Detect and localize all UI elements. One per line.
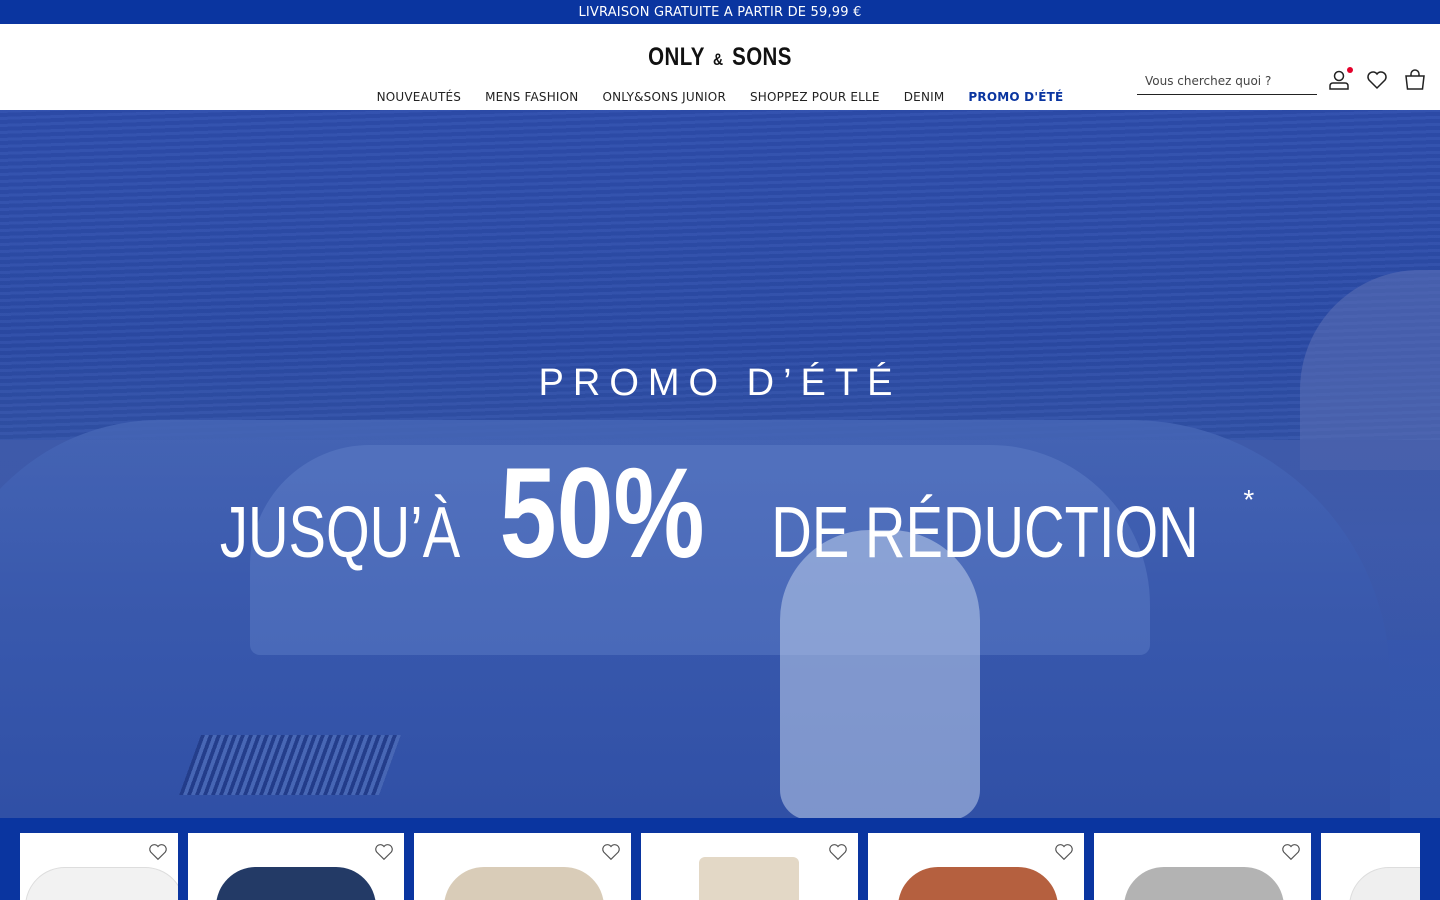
nav-item-junior[interactable]: ONLY&SONS JUNIOR — [602, 90, 726, 110]
hero-banner[interactable]: PROMO D’ÉTÉ JUSQU’À 50% DE RÉDUCTION * — [0, 110, 1440, 818]
hero-asterisk: * — [1243, 484, 1255, 515]
product-card[interactable] — [414, 833, 631, 900]
hero-suffix: DE RÉDUCTION — [771, 493, 1199, 573]
nav-item-mens-fashion[interactable]: MENS FASHION — [485, 90, 578, 110]
wishlist-heart-icon[interactable] — [827, 841, 849, 863]
nav-item-nouveautes[interactable]: NOUVEAUTÉS — [377, 90, 462, 110]
hero-prefix: JUSQU’À — [219, 493, 460, 573]
wishlist-heart-icon[interactable] — [1053, 841, 1075, 863]
product-card[interactable] — [641, 833, 858, 900]
product-carousel — [0, 818, 1440, 900]
wishlist-heart-icon[interactable] — [147, 841, 169, 863]
product-image — [898, 867, 1058, 900]
logo-sons: SONS — [732, 43, 792, 71]
product-card[interactable] — [1321, 833, 1420, 900]
product-image — [25, 867, 178, 900]
hero-subtitle: PROMO D’ÉTÉ — [538, 362, 902, 404]
product-card[interactable] — [868, 833, 1084, 900]
nav-item-promo-ete[interactable]: PROMO D'ÉTÉ — [968, 90, 1063, 110]
hero-headline: JUSQU’À 50% DE RÉDUCTION * — [0, 440, 1440, 587]
logo-only: ONLY — [648, 43, 705, 71]
main-nav: NOUVEAUTÉS MENS FASHION ONLY&SONS JUNIOR… — [0, 90, 1440, 110]
product-card[interactable] — [20, 833, 178, 900]
product-image — [1124, 867, 1284, 900]
logo-ampersand: & — [713, 50, 724, 69]
product-image — [699, 857, 799, 900]
product-image — [1349, 867, 1420, 900]
cart-button[interactable] — [1403, 68, 1427, 92]
product-card[interactable] — [188, 833, 404, 900]
account-button[interactable] — [1327, 67, 1353, 92]
hero-car-grille — [179, 735, 401, 795]
brand-logo[interactable]: ONLY & SONS — [130, 43, 1311, 72]
product-image — [216, 867, 376, 900]
nav-item-pour-elle[interactable]: SHOPPEZ POUR ELLE — [750, 90, 880, 110]
announcement-bar: LIVRAISON GRATUITE A PARTIR DE 59,99 € — [0, 0, 1440, 24]
notification-dot — [1347, 67, 1353, 73]
wishlist-heart-icon[interactable] — [1280, 841, 1302, 863]
product-image — [444, 867, 604, 900]
wishlist-button[interactable] — [1365, 68, 1389, 92]
site-header: ONLY & SONS NOUVEAUTÉS MENS FASHION ONLY… — [0, 24, 1440, 110]
shopping-bag-icon — [1405, 69, 1425, 90]
nav-item-denim[interactable]: DENIM — [904, 90, 945, 110]
product-card[interactable] — [1094, 833, 1311, 900]
announcement-text: LIVRAISON GRATUITE A PARTIR DE 59,99 € — [578, 4, 862, 20]
heart-icon — [1367, 71, 1387, 90]
hero-discount: 50% — [499, 442, 705, 585]
wishlist-heart-icon[interactable] — [600, 841, 622, 863]
wishlist-heart-icon[interactable] — [373, 841, 395, 863]
